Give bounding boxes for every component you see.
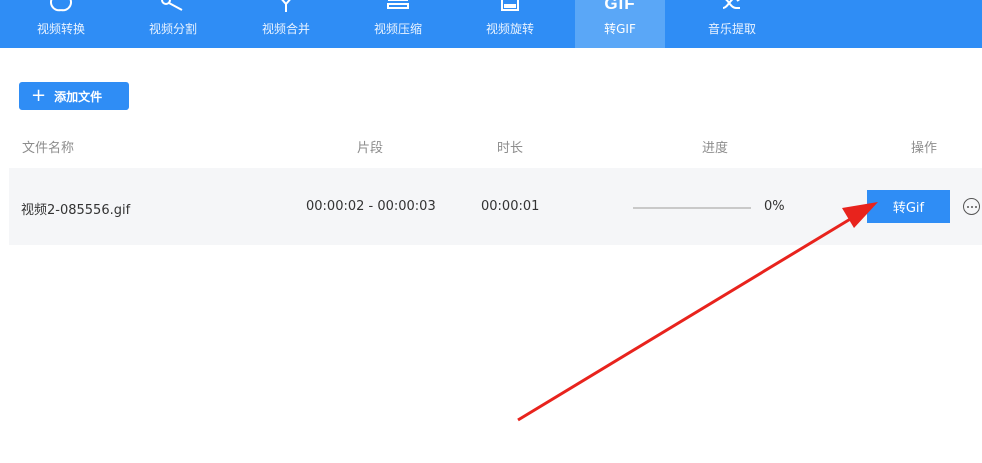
more-options-icon[interactable] xyxy=(963,198,980,215)
row-duration: 00:00:01 xyxy=(481,199,540,214)
tab-video-rotate[interactable]: 视频旋转 xyxy=(465,0,555,48)
column-header-actions: 操作 xyxy=(911,141,938,156)
gif-icon: GIF xyxy=(575,0,665,14)
tab-label: 视频压缩 xyxy=(373,22,422,36)
convert-gif-button[interactable]: 转Gif xyxy=(867,190,950,223)
row-filename: 视频2-085556.gif xyxy=(21,203,131,218)
top-toolbar: 视频转换 视频分割 视频合并 视频压缩 视频旋转 GIF 转GIF 音乐提取 xyxy=(0,0,982,48)
tab-label: 视频分割 xyxy=(148,22,197,36)
progress-bar xyxy=(633,207,751,209)
tab-music-extract[interactable]: 音乐提取 xyxy=(687,0,777,48)
tab-video-convert[interactable]: 视频转换 xyxy=(16,0,106,48)
tab-video-compress[interactable]: 视频压缩 xyxy=(353,0,443,48)
scissors-icon xyxy=(128,0,218,14)
tab-label: 视频合并 xyxy=(261,22,310,36)
row-segment: 00:00:02 - 00:00:03 xyxy=(306,199,436,214)
column-header-duration: 时长 xyxy=(497,141,524,156)
gif-icon-text: GIF xyxy=(604,0,636,13)
add-file-label: 添加文件 xyxy=(54,89,103,104)
merge-icon xyxy=(241,0,331,14)
tab-video-merge[interactable]: 视频合并 xyxy=(241,0,331,48)
add-file-button[interactable]: + 添加文件 xyxy=(19,82,129,110)
tab-to-gif[interactable]: GIF 转GIF xyxy=(575,0,665,48)
tab-label: 音乐提取 xyxy=(707,22,756,36)
compress-icon xyxy=(353,0,443,14)
tab-video-split[interactable]: 视频分割 xyxy=(128,0,218,48)
rotate-icon xyxy=(465,0,555,14)
tab-label: 视频转换 xyxy=(36,22,85,36)
tab-label: 视频旋转 xyxy=(485,22,534,36)
plus-icon: + xyxy=(31,85,47,106)
tab-label: 转GIF xyxy=(604,22,636,36)
column-header-progress: 进度 xyxy=(702,141,729,156)
music-extract-icon xyxy=(687,0,777,14)
column-header-segment: 片段 xyxy=(357,141,384,156)
convert-icon xyxy=(16,0,106,14)
row-progress-text: 0% xyxy=(764,199,785,214)
column-header-filename: 文件名称 xyxy=(22,141,75,156)
